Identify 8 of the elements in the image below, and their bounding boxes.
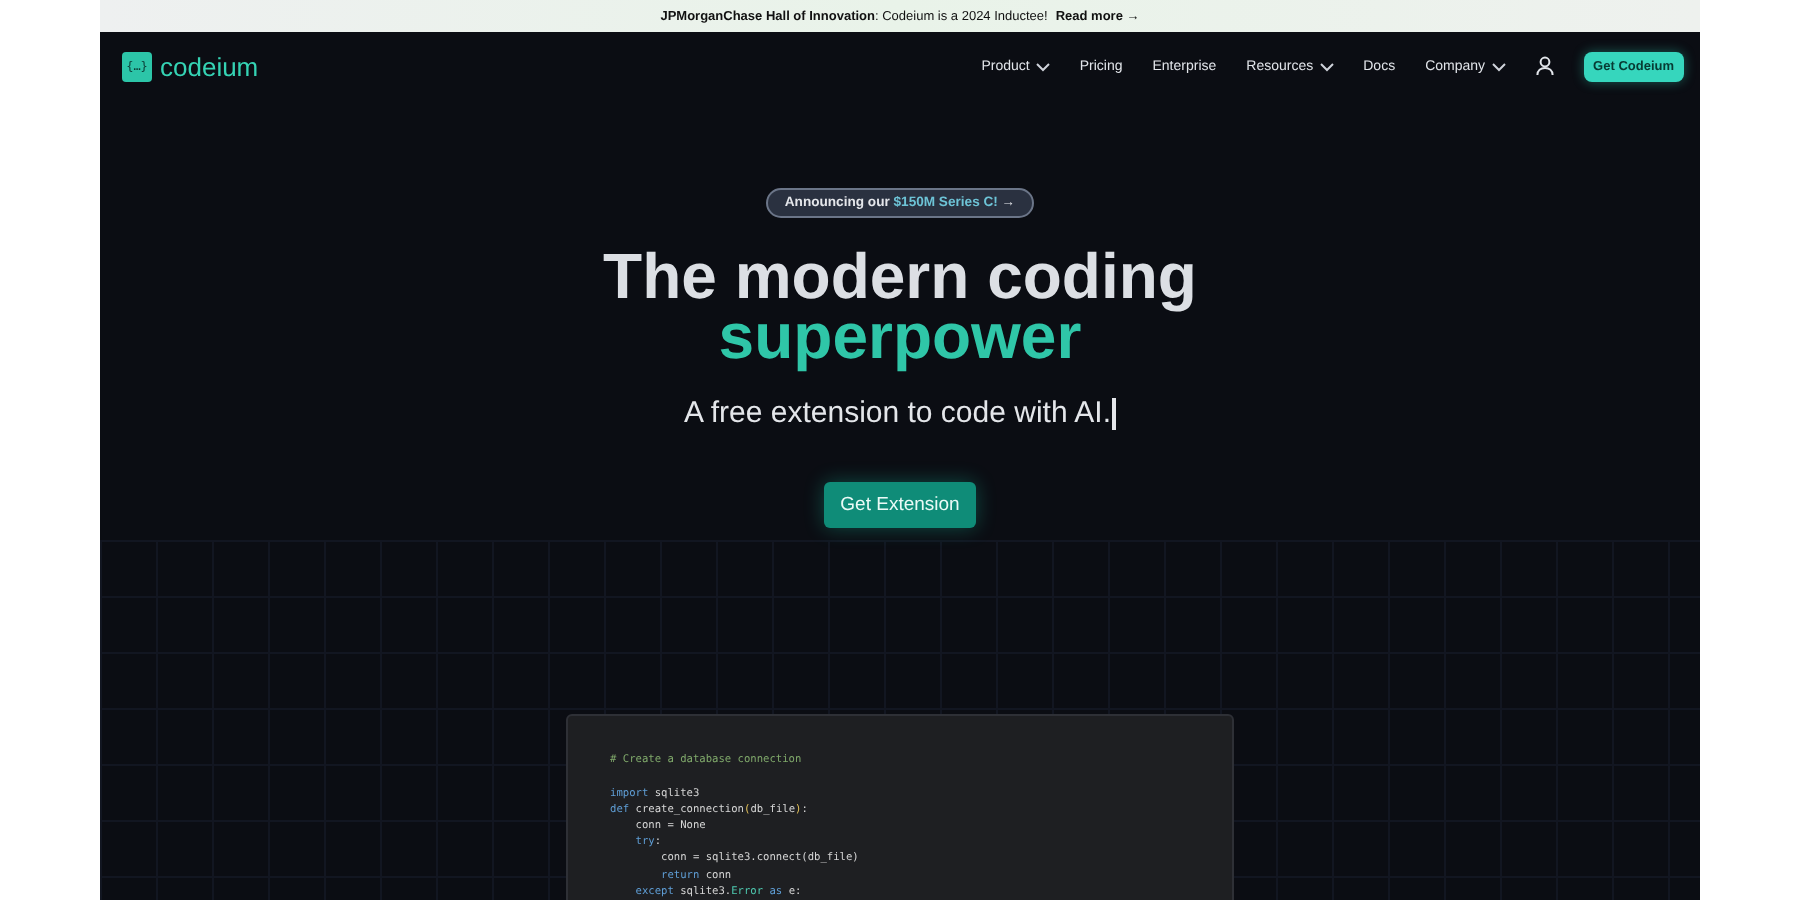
text-cursor (1112, 397, 1116, 429)
logo-text: codeium (160, 51, 259, 81)
chevron-down-icon (1491, 61, 1506, 71)
hero-subtitle: A free extension to code with AI. (684, 396, 1111, 430)
chevron-down-icon (1035, 61, 1050, 71)
chevron-down-icon (1319, 61, 1334, 71)
user-icon[interactable] (1535, 56, 1554, 76)
get-extension-button[interactable]: Get Extension (824, 482, 976, 528)
